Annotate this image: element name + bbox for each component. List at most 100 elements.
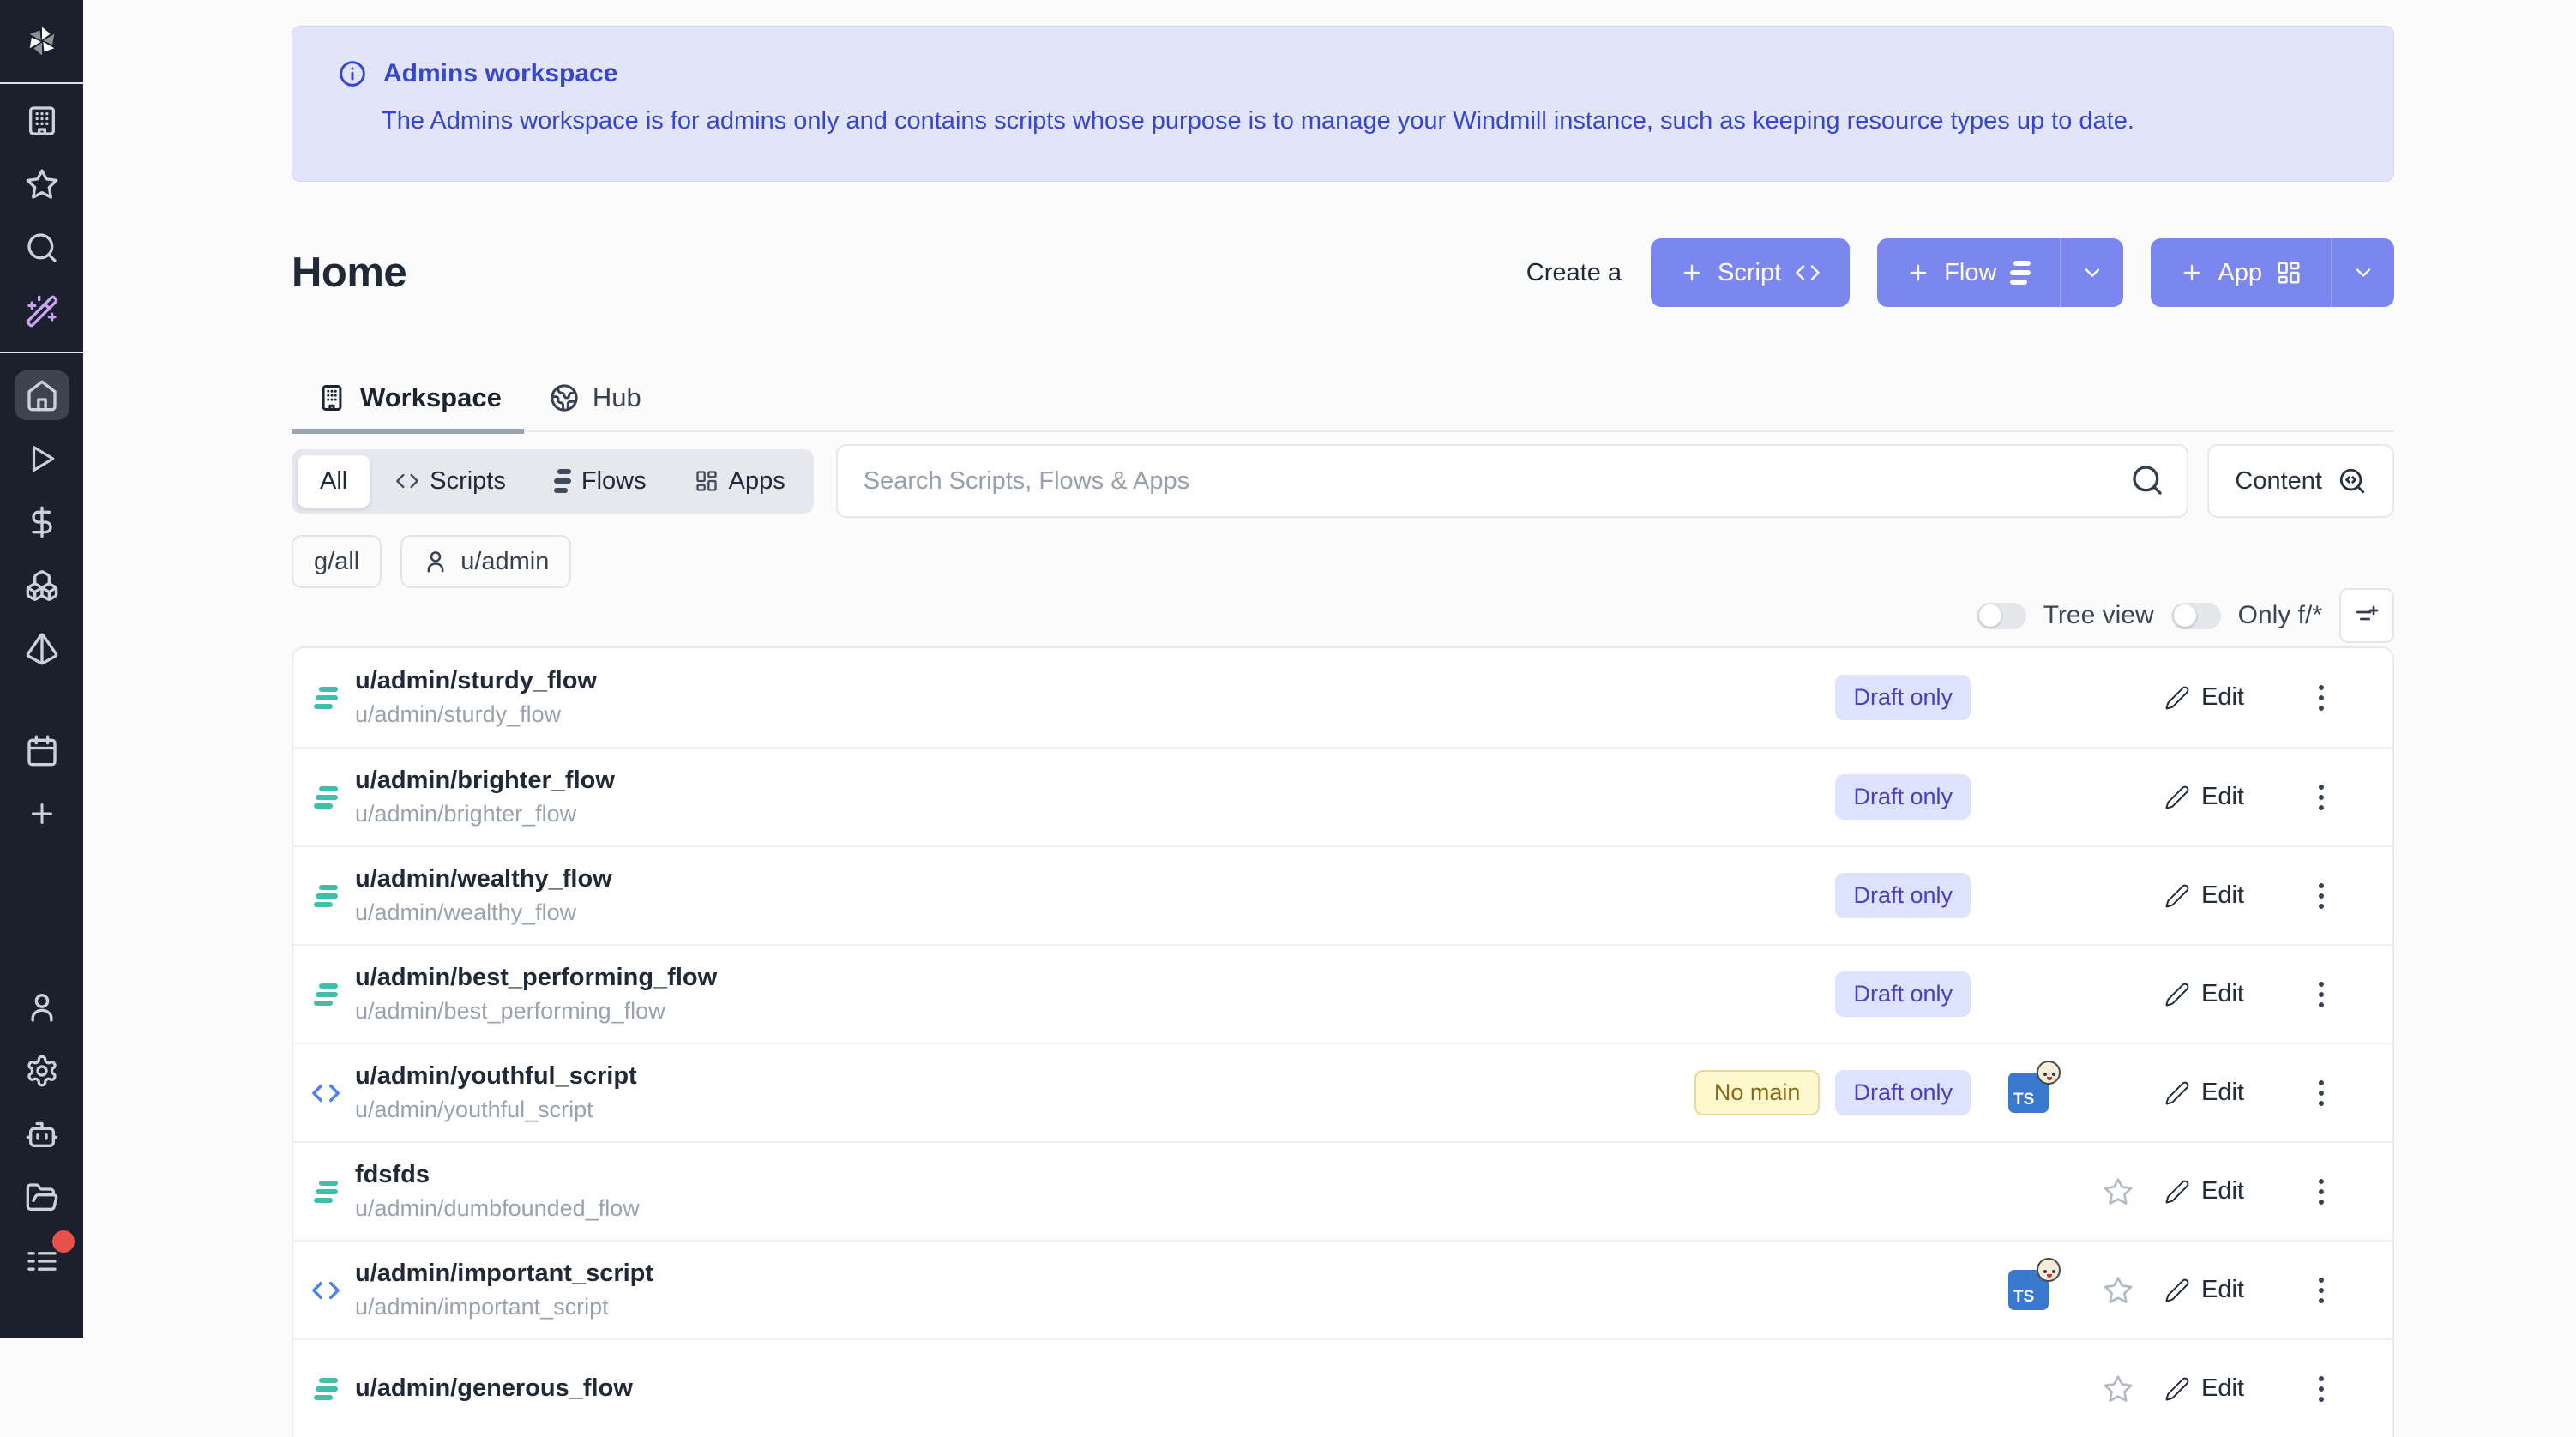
sidebar-item-create[interactable] [0,782,83,845]
main-content: Admins workspace The Admins workspace is… [292,0,2394,1437]
item-path: u/admin/dumbfounded_flow [355,1195,640,1222]
create-flow-label: Flow [1944,259,1996,287]
star-button[interactable] [2103,1374,2134,1404]
segment-all[interactable]: All [298,455,370,508]
search-icon [25,231,59,265]
kebab-menu-button[interactable] [2312,876,2331,916]
plus-icon [2180,261,2204,285]
create-app-dropdown[interactable] [2332,238,2394,307]
ai-wand-icon [25,294,59,328]
pencil-icon [2164,685,2190,711]
sidebar-item-triggers[interactable] [0,617,83,681]
edit-label: Edit [2201,1374,2244,1403]
only-folders-toggle[interactable] [2171,603,2221,629]
banner-body: The Admins workspace is for admins only … [382,107,2347,135]
sidebar-item-folders[interactable] [0,1166,83,1230]
segment-apps[interactable]: Apps [672,455,808,508]
item-title[interactable]: fdsfds [355,1161,640,1189]
item-path: u/admin/important_script [355,1294,653,1320]
tab-hub[interactable]: Hub [524,382,664,430]
item-title[interactable]: u/admin/brighter_flow [355,767,615,795]
kebab-menu-button[interactable] [2312,1271,2331,1310]
sidebar-item-schedules[interactable] [0,718,83,782]
list-item[interactable]: u/admin/generous_flow Edit [293,1338,2392,1437]
list-item[interactable]: fdsfds u/admin/dumbfounded_flow Edit [293,1141,2392,1240]
create-app-main[interactable]: App [2151,238,2331,307]
filter-plus-icon [2353,602,2380,629]
star-button[interactable] [2103,1176,2134,1207]
user-icon [423,549,448,574]
create-flow-main[interactable]: Flow [1877,238,2060,307]
sidebar-item-resources[interactable] [0,554,83,617]
sidebar-item-workers[interactable] [0,1103,83,1166]
create-script-button[interactable]: Script [1651,238,1850,307]
create-plus-icon [27,798,57,829]
chip-group-all[interactable]: g/all [292,535,382,588]
list-item[interactable]: u/admin/wealthy_flowu/admin/wealthy_flow… [293,845,2392,944]
sidebar-item-user[interactable] [0,976,83,1039]
item-title[interactable]: u/admin/youthful_script [355,1062,637,1091]
list-item[interactable]: u/admin/sturdy_flowu/admin/sturdy_flow D… [293,648,2392,747]
kebab-menu-button[interactable] [2312,975,2331,1014]
windmill-logo-icon[interactable] [0,0,83,82]
edit-button[interactable]: Edit [2156,1267,2253,1313]
sidebar-item-search[interactable] [0,216,83,280]
list-item[interactable]: u/admin/youthful_script u/admin/youthful_… [293,1043,2392,1141]
edit-button[interactable]: Edit [2156,873,2253,918]
sidebar-item-audit-logs[interactable] [0,1230,83,1293]
edit-button[interactable]: Edit [2156,675,2253,720]
create-flow-dropdown[interactable] [2061,238,2123,307]
edit-button[interactable]: Edit [2156,1366,2253,1411]
content-search-button[interactable]: Content [2207,444,2394,518]
star-button[interactable] [2103,1275,2134,1306]
edit-button[interactable]: Edit [2156,1169,2253,1214]
flow-icon [309,786,343,809]
app-grid-icon [2276,260,2302,286]
item-title[interactable]: u/admin/sturdy_flow [355,667,597,695]
tab-workspace[interactable]: Workspace [292,382,524,430]
list-item[interactable]: u/admin/best_performing_flowu/admin/best… [293,944,2392,1043]
search-input[interactable] [836,444,2189,518]
edit-label: Edit [2201,1177,2244,1206]
edit-button[interactable]: Edit [2156,971,2253,1017]
kebab-menu-button[interactable] [2312,1172,2331,1212]
kebab-menu-button[interactable] [2312,1073,2331,1113]
sidebar-item-settings[interactable] [0,1039,83,1103]
sidebar-item-runs[interactable] [0,427,83,490]
segment-flows[interactable]: Flows [532,455,669,508]
sidebar-item-ai[interactable] [0,280,83,343]
kebab-menu-button[interactable] [2312,678,2331,718]
chip-user-admin[interactable]: u/admin [400,535,571,588]
favorites-star-icon [25,167,59,201]
item-title[interactable]: u/admin/important_script [355,1260,653,1288]
list-item[interactable]: u/admin/important_script u/admin/importan… [293,1240,2392,1338]
flow-icon [309,983,343,1006]
app-grid-icon [695,469,719,493]
kebab-menu-button[interactable] [2312,1369,2331,1409]
hub-globe-icon [550,383,579,412]
item-title[interactable]: u/admin/generous_flow [355,1374,633,1403]
view-options: Tree view Only f/* [292,595,2394,636]
sidebar-item-workspace[interactable] [0,89,83,153]
edit-button[interactable]: Edit [2156,774,2253,820]
home-icon [15,370,69,420]
item-path: u/admin/youthful_script [355,1097,637,1123]
kebab-menu-button[interactable] [2312,778,2331,817]
list-item[interactable]: u/admin/brighter_flowu/admin/brighter_fl… [293,747,2392,845]
sidebar-item-home[interactable] [0,364,83,427]
tree-view-toggle[interactable] [1977,603,2026,629]
item-title[interactable]: u/admin/wealthy_flow [355,865,612,893]
search-icon [2130,463,2164,497]
admins-workspace-banner: Admins workspace The Admins workspace is… [292,26,2394,182]
sidebar-item-favorites[interactable] [0,153,83,216]
edit-button[interactable]: Edit [2156,1070,2253,1115]
folders-icon [25,1181,59,1215]
draft-only-badge: Draft only [1835,1070,1971,1115]
sidebar-item-variables[interactable] [0,490,83,554]
segment-scripts[interactable]: Scripts [373,455,528,508]
filter-list-button[interactable] [2339,588,2394,643]
item-title[interactable]: u/admin/best_performing_flow [355,964,717,992]
pencil-icon [2164,883,2190,909]
only-folders-label: Only f/* [2238,601,2322,630]
flow-icon [309,1378,343,1400]
